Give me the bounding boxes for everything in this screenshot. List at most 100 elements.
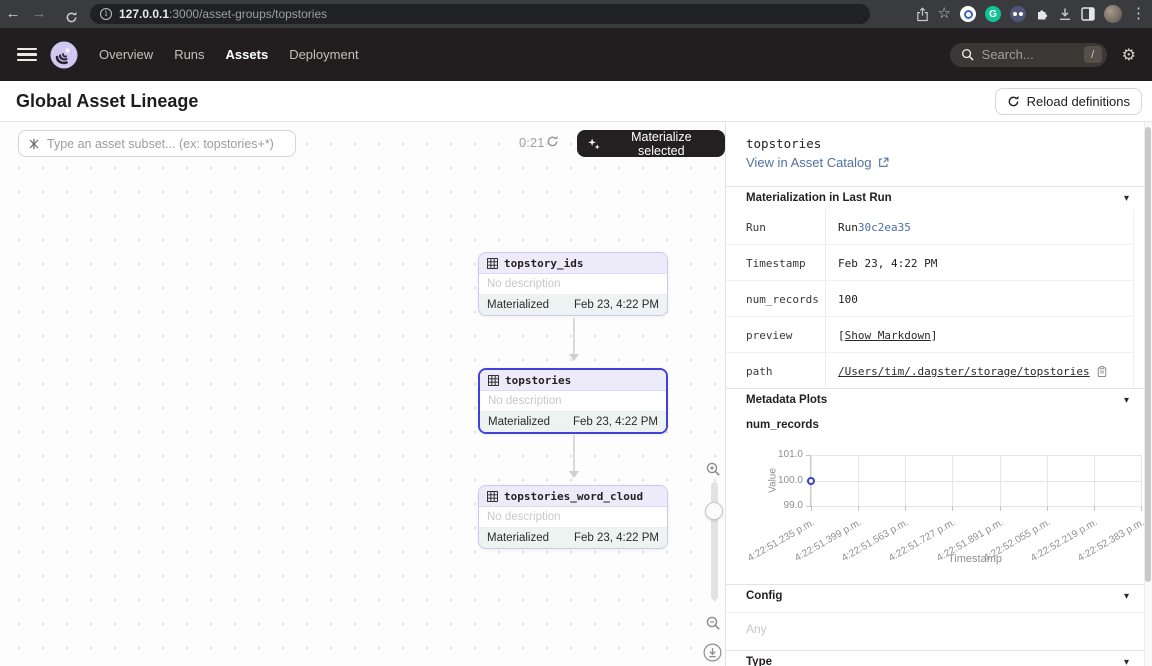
- address-bar[interactable]: i 127.0.0.1:3000/asset-groups/topstories: [90, 4, 870, 24]
- config-value: Any: [746, 622, 767, 636]
- app-navbar: Overview Runs Assets Deployment Search..…: [0, 28, 1152, 81]
- section-config[interactable]: Config ▾: [726, 584, 1144, 607]
- asset-node-topstory-ids[interactable]: topstory_ids No description Materialized…: [478, 252, 668, 316]
- y-tick-label: 100.0: [763, 475, 803, 486]
- x-tick-mark: [905, 506, 906, 511]
- y-tick-label: 99.0: [763, 500, 803, 511]
- asset-subset-input[interactable]: [47, 137, 286, 151]
- section-type[interactable]: Type ▾: [726, 650, 1144, 666]
- gridline-vertical: [1141, 455, 1142, 506]
- password-extension-icon[interactable]: [960, 6, 976, 22]
- browser-forward-icon[interactable]: →: [26, 0, 52, 28]
- asset-node-timestamp: Feb 23, 4:22 PM: [573, 416, 658, 428]
- lineage-edge: [573, 435, 575, 476]
- asset-node-status: Materialized: [487, 299, 549, 311]
- x-tick-mark: [1047, 506, 1048, 511]
- url-text: 127.0.0.1:3000/asset-groups/topstories: [119, 7, 327, 21]
- asset-node-topstories-word-cloud[interactable]: topstories_word_cloud No description Mat…: [478, 485, 668, 549]
- dagster-logo[interactable]: [49, 40, 79, 70]
- puzzle-extensions-icon[interactable]: [1035, 7, 1049, 21]
- table-row-num-records: num_records 100: [726, 281, 1133, 317]
- browser-toolbar: ← → i 127.0.0.1:3000/asset-groups/topsto…: [0, 0, 1152, 28]
- refresh-countdown: 0:21: [519, 135, 544, 150]
- collapse-caret-icon[interactable]: ▾: [1124, 657, 1129, 666]
- materialize-sparkle-icon: [587, 137, 601, 151]
- collapse-caret-icon[interactable]: ▾: [1124, 193, 1129, 204]
- collapse-caret-icon[interactable]: ▾: [1124, 395, 1129, 406]
- settings-gear-icon[interactable]: ⚙: [1122, 45, 1136, 64]
- x-tick-mark: [858, 506, 859, 511]
- menu-button[interactable]: [17, 48, 37, 62]
- gridline-vertical: [1094, 455, 1095, 506]
- asset-node-title: topstories: [505, 374, 571, 387]
- section-metadata-plots[interactable]: Metadata Plots ▾: [726, 388, 1144, 411]
- asset-subset-filter[interactable]: [18, 130, 296, 157]
- x-tick-mark: [811, 506, 812, 511]
- nav-link-deployment[interactable]: Deployment: [289, 47, 358, 62]
- view-in-asset-catalog-link[interactable]: View in Asset Catalog: [746, 155, 889, 170]
- site-info-icon[interactable]: i: [100, 8, 112, 20]
- x-tick-mark: [1094, 506, 1095, 511]
- grammarly-extension-icon[interactable]: G: [985, 6, 1001, 22]
- table-icon: [488, 375, 499, 386]
- panel-asset-name: topstories: [746, 136, 821, 151]
- table-icon: [487, 491, 498, 502]
- recenter-view-icon[interactable]: [703, 643, 722, 662]
- browser-back-icon[interactable]: ←: [0, 0, 26, 28]
- asset-node-timestamp: Feb 23, 4:22 PM: [574, 532, 659, 544]
- bookmark-star-icon[interactable]: ☆: [938, 0, 951, 28]
- data-point[interactable]: [807, 477, 815, 485]
- graph-refresh-icon[interactable]: [546, 135, 559, 148]
- share-icon[interactable]: [916, 7, 929, 22]
- asset-graph-icon: [28, 138, 40, 150]
- nav-link-assets[interactable]: Assets: [226, 47, 269, 62]
- reload-definitions-button[interactable]: Reload definitions: [995, 88, 1142, 115]
- zoom-in-icon[interactable]: [705, 461, 721, 477]
- page-title: Global Asset Lineage: [16, 91, 198, 112]
- asset-node-status: Materialized: [488, 416, 550, 428]
- scrollbar-thumb[interactable]: [1145, 127, 1151, 582]
- nav-links: Overview Runs Assets Deployment: [99, 47, 359, 62]
- owl-extension-icon[interactable]: [1010, 6, 1026, 22]
- zoom-out-icon[interactable]: [705, 615, 721, 631]
- refresh-icon: [1007, 95, 1020, 108]
- gridline-vertical: [905, 455, 906, 506]
- panel-scrollbar[interactable]: [1144, 122, 1152, 666]
- asset-node-timestamp: Feb 23, 4:22 PM: [574, 299, 659, 311]
- path-link[interactable]: /Users/tim/.dagster/storage/topstories: [838, 365, 1090, 378]
- asset-node-description: No description: [480, 391, 666, 412]
- nav-link-overview[interactable]: Overview: [99, 47, 153, 62]
- downloads-icon[interactable]: [1058, 7, 1072, 21]
- asset-node-title: topstories_word_cloud: [504, 490, 643, 503]
- gridline-horizontal: [811, 481, 1141, 482]
- x-tick-mark: [1000, 506, 1001, 511]
- show-markdown-link[interactable]: Show Markdown: [845, 329, 931, 342]
- collapse-caret-icon[interactable]: ▾: [1124, 591, 1129, 602]
- asset-node-description: No description: [479, 274, 667, 295]
- gridline-vertical: [1047, 455, 1048, 506]
- nav-link-runs[interactable]: Runs: [174, 47, 204, 62]
- section-materialization-in-last-run[interactable]: Materialization in Last Run ▾: [726, 186, 1144, 209]
- gridline-horizontal: [811, 506, 1141, 507]
- global-search[interactable]: Search... /: [950, 43, 1107, 67]
- asset-detail-panel: topstories View in Asset Catalog Materia…: [726, 122, 1152, 666]
- zoom-slider-track[interactable]: [711, 482, 718, 600]
- asset-node-status: Materialized: [487, 532, 549, 544]
- zoom-slider-thumb[interactable]: [705, 502, 723, 520]
- asset-node-topstories[interactable]: topstories No description Materialized Fe…: [478, 368, 668, 434]
- browser-menu-icon[interactable]: ⋮: [1131, 0, 1146, 28]
- y-tick-label: 101.0: [763, 449, 803, 460]
- side-panel-icon[interactable]: [1081, 7, 1095, 21]
- table-row-run: Run Run 30c2ea35: [726, 209, 1133, 245]
- run-id-link[interactable]: 30c2ea35: [858, 221, 911, 234]
- materialization-table: Run Run 30c2ea35 Timestamp Feb 23, 4:22 …: [726, 209, 1134, 389]
- profile-avatar[interactable]: [1104, 5, 1122, 23]
- copy-path-icon[interactable]: [1097, 365, 1107, 378]
- materialize-selected-button[interactable]: Materialize selected: [577, 130, 725, 157]
- search-icon: [961, 48, 974, 61]
- x-axis-label: Timestamp: [810, 553, 1140, 565]
- browser-actions: ☆ G ⋮: [916, 0, 1146, 28]
- x-tick-mark: [952, 506, 953, 511]
- search-shortcut-badge: /: [1084, 46, 1102, 63]
- browser-reload-icon[interactable]: [58, 4, 84, 24]
